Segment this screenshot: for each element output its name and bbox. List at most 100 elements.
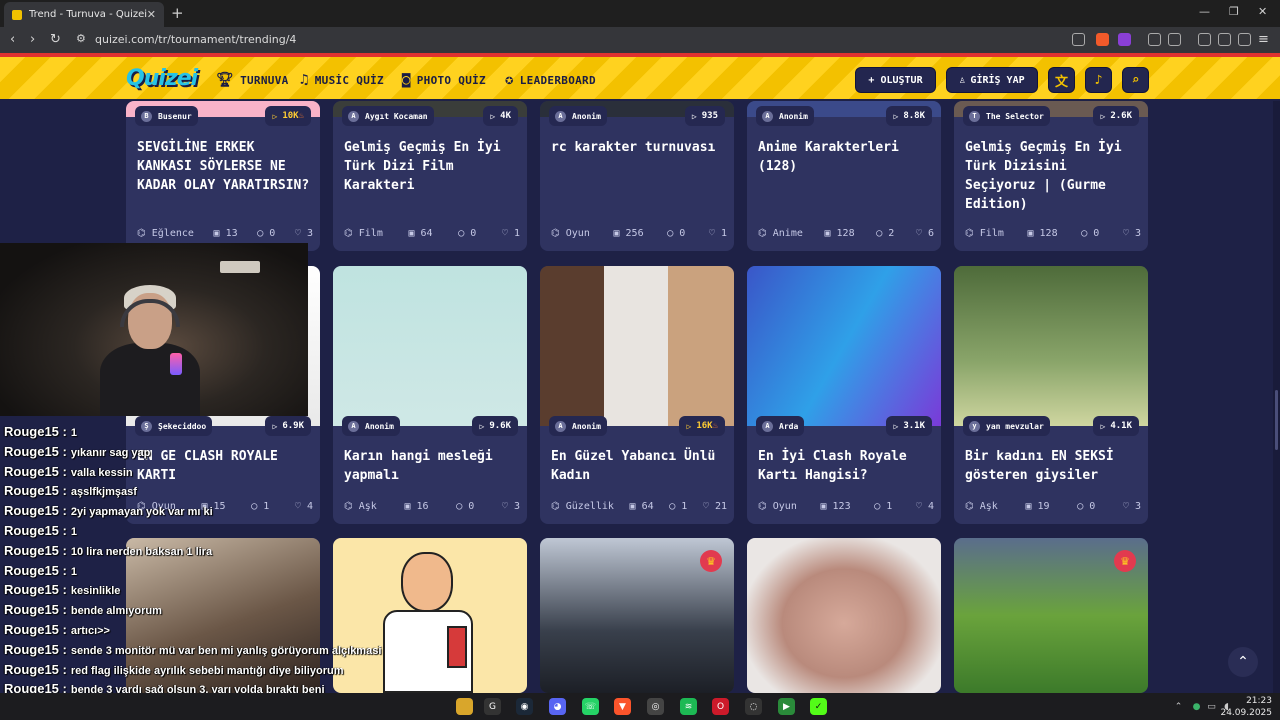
tournament-card[interactable]: A Anonim ▷ 16K ♨ En Güzel Yabancı Ünlü Kadın…	[540, 266, 734, 524]
card-thumbnail	[954, 266, 1148, 426]
card-title[interactable]: SEVGİLİNE ERKEK KANKASI SÖYLERSE NE KADA…	[137, 138, 313, 195]
search-button[interactable]: ⌕	[1122, 67, 1149, 93]
card-title[interactable]: Gelmiş Geçmiş En İyi Türk Dizi Film Kara…	[344, 138, 520, 195]
back-icon[interactable]: ‹	[10, 32, 15, 47]
card-title[interactable]: Gelmiş Geçmiş En İyi Türk Dizisini Seçiy…	[965, 138, 1141, 214]
meta-comments-value: 0	[679, 228, 686, 239]
nav-leaderboard[interactable]: ✪ LEADERBOARD	[505, 72, 596, 88]
browser-tab[interactable]: Trend - Turnuva - Quizei ✕	[4, 2, 164, 27]
author-badge[interactable]: T The Selector	[963, 106, 1050, 126]
restore-button[interactable]: ❐	[1229, 5, 1239, 18]
leo-icon[interactable]	[1238, 33, 1251, 46]
translate-icon: 文	[1054, 74, 1068, 90]
share-icon[interactable]	[1072, 33, 1085, 46]
chat-username: Rouge15 :	[4, 661, 67, 677]
wallet-icon[interactable]	[1218, 33, 1231, 46]
language-button[interactable]: 文	[1048, 67, 1075, 93]
items-icon: ▣	[1025, 501, 1038, 512]
items-icon: ▣	[213, 228, 226, 239]
author-name: yan mevzular	[986, 421, 1044, 431]
meta-likes: ♡ 6	[916, 228, 934, 239]
card-thumbnail	[333, 266, 527, 426]
card-title[interactable]: Anime Karakterleri (128)	[758, 138, 934, 176]
steam-icon[interactable]: ◉	[516, 698, 533, 715]
screenshot-icon[interactable]	[1168, 33, 1181, 46]
kick-studio-icon[interactable]: ✓	[810, 698, 827, 715]
whatsapp-icon[interactable]: ☏	[582, 698, 599, 715]
spotify-icon[interactable]: ≋	[680, 698, 697, 715]
card-row3-5[interactable]: ♛	[954, 538, 1148, 693]
card-title[interactable]: Karın hangi mesleği yapmalı	[344, 447, 520, 485]
g-hub-icon[interactable]: G	[484, 698, 501, 715]
site-logo[interactable]: Quizei	[126, 66, 198, 91]
author-badge[interactable]: A Anonim	[549, 416, 607, 436]
meta-comments: ◯ 2	[876, 228, 894, 239]
avatar: A	[555, 420, 566, 432]
card-title[interactable]: EN GE CLASH ROYALE KARTI	[137, 447, 313, 485]
discord-icon[interactable]: ◕	[549, 698, 566, 715]
author-badge[interactable]: A Anonim	[756, 106, 814, 126]
meta-comments: ◯ 0	[667, 228, 685, 239]
chat-message: Rouge15 : sende 3 monitör mü var ben mi y…	[4, 639, 381, 658]
minimize-button[interactable]: —	[1199, 5, 1210, 18]
author-badge[interactable]: y yan mevzular	[963, 416, 1050, 436]
tournament-card[interactable]: B Busenur ▷ 10K ♨ SEVGİLİNE ERKEK KANKASI SÖ…	[126, 101, 320, 251]
card-title[interactable]: En Güzel Yabancı Ünlü Kadın	[551, 447, 727, 485]
card-title[interactable]: Bir kadını EN SEKSİ gösteren giysiler	[965, 447, 1141, 485]
author-badge[interactable]: Ş Şekeciddoo	[135, 416, 213, 436]
tournament-card[interactable]: A Anonim ▷ 935 rc karakter turnuvası ⌬ Oyun ▣ …	[540, 101, 734, 251]
extensions-icon[interactable]	[1148, 33, 1161, 46]
create-button[interactable]: + OLUŞTUR	[855, 67, 936, 93]
app-icon[interactable]: ◌	[745, 698, 762, 715]
obs-icon[interactable]: ◎	[647, 698, 664, 715]
new-tab-button[interactable]: +	[171, 4, 184, 22]
notifications-button[interactable]: ♪	[1085, 67, 1112, 93]
tournament-card[interactable]: A Arda ▷ 3.1K En İyi Clash Royale Kartı Hang…	[747, 266, 941, 524]
card-title[interactable]: rc karakter turnuvası	[551, 138, 727, 157]
brave-icon[interactable]: ▼	[614, 698, 631, 715]
play-count: 16K	[696, 421, 713, 431]
scroll-to-top-button[interactable]: ⌃	[1228, 647, 1258, 677]
brave-shields-icon[interactable]	[1096, 33, 1109, 46]
avatar: A	[762, 420, 773, 432]
tournament-card[interactable]: A Anonim ▷ 9.6K Karın hangi mesleği yapmalı ⌬…	[333, 266, 527, 524]
address-bar[interactable]: quizei.com/tr/tournament/trending/4	[95, 33, 296, 46]
comment-icon: ◯	[667, 228, 680, 239]
card-row3-2[interactable]	[333, 538, 527, 693]
card-row3-3[interactable]: ♛	[540, 538, 734, 693]
tournament-card[interactable]: A Anonim ▷ 8.8K Anime Karakterleri (128) ⌬ An…	[747, 101, 941, 251]
taskbar-clock[interactable]: 21:23 24.09.2025	[1220, 695, 1272, 719]
nav-photo-quiz[interactable]: ◙ PHOTO QUİZ	[402, 72, 486, 88]
file-explorer-icon[interactable]	[456, 698, 473, 715]
scrollbar-thumb[interactable]	[1275, 390, 1278, 450]
tray-chevron-icon[interactable]: ⌃	[1170, 698, 1187, 715]
author-badge[interactable]: A Anonim	[342, 416, 400, 436]
site-info-icon[interactable]: ⚙	[76, 32, 86, 45]
window-close-button[interactable]: ✕	[1258, 5, 1267, 18]
reload-icon[interactable]: ↻	[50, 32, 61, 47]
author-badge[interactable]: B Busenur	[135, 106, 198, 126]
meta-items: ▣ 19	[1025, 501, 1049, 512]
card-row3-4[interactable]	[747, 538, 941, 693]
rewards-icon[interactable]	[1118, 33, 1131, 46]
nav-music-quiz[interactable]: ♫ MUSİC QUİZ	[300, 72, 384, 88]
author-badge[interactable]: A Aygıt Kocaman	[342, 106, 434, 126]
tab-close-icon[interactable]: ✕	[147, 8, 156, 21]
author-badge[interactable]: A Arda	[756, 416, 805, 436]
tournament-card[interactable]: y yan mevzular ▷ 4.1K Bir kadını EN SEKSİ gö…	[954, 266, 1148, 524]
camera-icon: ◙	[402, 72, 411, 88]
items-icon: ▣	[629, 501, 642, 512]
nav-turnuva[interactable]: 🏆︎ TURNUVA	[216, 72, 289, 88]
chat-username: Rouge15 :	[4, 602, 67, 618]
author-badge[interactable]: A Anonim	[549, 106, 607, 126]
sidebar-icon[interactable]	[1198, 33, 1211, 46]
kick-icon[interactable]: ▶	[778, 698, 795, 715]
forward-icon[interactable]: ›	[30, 32, 35, 47]
menu-icon[interactable]: ≡	[1258, 32, 1269, 47]
tournament-card[interactable]: A Aygıt Kocaman ▷ 4K Gelmiş Geçmiş En İyi Tü…	[333, 101, 527, 251]
opera-icon[interactable]: O	[712, 698, 729, 715]
login-button[interactable]: ♙ GİRİŞ YAP	[946, 67, 1038, 93]
tournament-card[interactable]: T The Selector ▷ 2.6K Gelmiş Geçmiş En İyi T…	[954, 101, 1148, 251]
tag-icon: ⌬	[137, 228, 152, 239]
card-title[interactable]: En İyi Clash Royale Kartı Hangisi?	[758, 447, 934, 485]
